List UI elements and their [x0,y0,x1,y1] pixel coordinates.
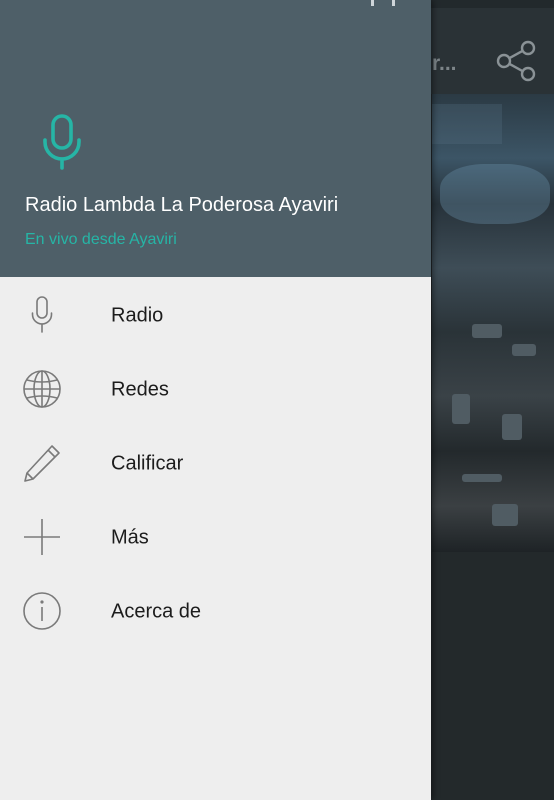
menu-item-radio[interactable]: Radio [0,277,431,351]
menu-item-label: Acerca de [111,600,202,623]
microphone-icon [22,295,62,335]
share-icon[interactable] [494,38,540,84]
drawer-menu: Radio Redes Calificar Más Acerca de [0,277,431,647]
menu-item-label: Redes [111,378,169,401]
menu-item-label: Más [111,526,149,549]
drawer-subtitle: En vivo desde Ayaviri [25,231,177,248]
drawer-header: Radio Lambda La Poderosa Ayaviri En vivo… [0,0,431,277]
status-bar [0,0,431,8]
drawer-title: Radio Lambda La Poderosa Ayaviri [25,194,339,216]
info-icon [22,591,62,631]
menu-item-label: Radio [111,304,164,327]
hero-image [432,94,554,552]
menu-item-redes[interactable]: Redes [0,351,431,425]
menu-item-mas[interactable]: Más [0,499,431,573]
menu-item-calificar[interactable]: Calificar [0,425,431,499]
app-toolbar-title: r... [432,52,457,75]
plus-icon [22,517,62,557]
globe-icon [22,369,62,409]
app-content-area [432,552,554,800]
navigation-drawer: Radio Lambda La Poderosa Ayaviri En vivo… [0,0,431,800]
pencil-icon [22,443,62,483]
menu-item-label: Calificar [111,452,184,475]
menu-item-acerca-de[interactable]: Acerca de [0,573,431,647]
microphone-icon [40,114,84,170]
